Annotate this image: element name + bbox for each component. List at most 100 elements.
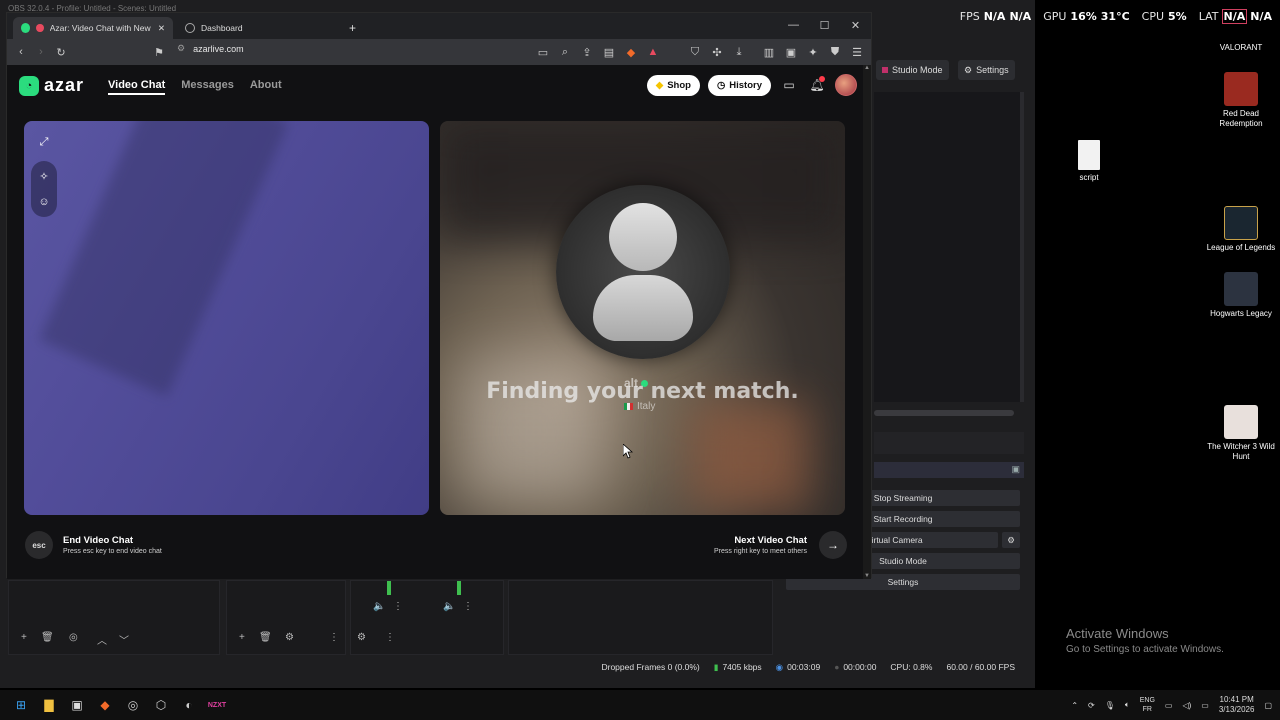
shop-label: Shop (667, 79, 691, 91)
speaker-icon[interactable]: 🔈 (443, 601, 455, 612)
language-indicator[interactable]: ENG FR (1140, 696, 1155, 714)
url-text: azarlive.com (193, 43, 244, 54)
app-icon[interactable]: ◐ (175, 691, 203, 719)
desktop-icon-hogwarts[interactable]: Hogwarts Legacy (1201, 272, 1280, 319)
bookmark-icon[interactable]: ⚑ (149, 42, 169, 62)
trash-icon[interactable]: 🗑 (259, 632, 272, 643)
inbox-icon[interactable]: ▭ (779, 75, 799, 95)
browser-window: Azar: Video Chat with New Pe ✕ Dashboard… (6, 12, 872, 579)
dock-float-icon[interactable]: ▣ (1011, 464, 1020, 475)
minimize-icon[interactable]: — (778, 13, 809, 37)
obs-settings-button-top[interactable]: ⚙ Settings (958, 60, 1015, 80)
sidebar-icon[interactable]: ▥ (759, 42, 779, 62)
gear-icon[interactable]: ⚙ (285, 632, 294, 643)
new-tab-button[interactable]: + (341, 17, 364, 39)
desktop-icon-script[interactable]: script (1049, 140, 1129, 183)
microphone-icon[interactable]: 🎙︎ (1105, 701, 1115, 710)
notification-icon[interactable]: ▢ (1264, 701, 1272, 710)
desktop-icon-witcher[interactable]: The Witcher 3 Wild Hunt (1201, 405, 1280, 462)
unity-icon[interactable]: ⬡ (147, 691, 175, 719)
extensions-icon[interactable]: ✣ (707, 42, 727, 62)
toolbar-right: ⛉ ✣ ⤓ ▥ ▣ ✦ ⛊ ☰ (685, 42, 867, 62)
add-source-icon[interactable]: + (239, 632, 245, 643)
system-clock[interactable]: 10:41 PM 3/13/2026 (1219, 695, 1255, 715)
chevron-down-icon[interactable]: ﹀ (119, 632, 129, 647)
azar-logo[interactable]: ◔ azar (19, 75, 84, 96)
store-icon[interactable]: ▣ (63, 691, 91, 719)
leo-icon[interactable]: ✦ (803, 42, 823, 62)
cast-icon[interactable]: ▭ (533, 42, 553, 62)
next-video-chat-action[interactable]: Next Video Chat Press right key to meet … (714, 531, 847, 559)
add-scene-icon[interactable]: + (21, 632, 27, 643)
scroll-up-icon[interactable]: ▲ (864, 65, 870, 71)
brave-rewards-icon[interactable]: ▲ (643, 42, 663, 62)
volume-icon[interactable]: 🔈︎ (1125, 700, 1130, 710)
download-icon[interactable]: ⤓ (729, 42, 749, 62)
virtual-camera-settings-icon[interactable]: ⚙ (1002, 532, 1020, 548)
windows-start-icon[interactable]: ⊞ (7, 691, 35, 719)
avatar[interactable] (835, 74, 857, 96)
more-icon[interactable]: ⋮ (385, 632, 395, 643)
address-bar[interactable]: ⚙ azarlive.com (177, 43, 244, 54)
speaker-icon[interactable]: 🔈 (373, 601, 385, 612)
chrome-icon[interactable]: ◎ (119, 691, 147, 719)
arrow-right-button[interactable]: → (819, 531, 847, 559)
more-icon[interactable]: ⋮ (329, 632, 339, 643)
nzxt-icon[interactable]: NZXT (203, 691, 231, 719)
shield-icon[interactable]: ⛊ (825, 42, 845, 62)
gear-icon: ⚙ (964, 64, 973, 75)
expand-icon[interactable]: ⤢ (31, 129, 57, 155)
speaker-icon[interactable]: ◁) (1182, 701, 1191, 710)
chevron-up-icon[interactable]: ⌃ (1071, 701, 1078, 710)
obs-bottom-docks: + 🗑 ◎ ︿ ﹀ + 🗑 ⚙ ⋮ 🔈 ⋮ 🔈 ⋮ ⚙ ⋮ (8, 580, 1028, 655)
bell-icon[interactable]: 🔔︎ (807, 75, 827, 95)
tab-dashboard[interactable]: Dashboard (177, 17, 337, 39)
close-icon[interactable]: ✕ (840, 13, 871, 37)
reader-icon[interactable]: ▤ (599, 42, 619, 62)
chevron-up-icon[interactable]: ︿ (97, 632, 107, 647)
file-explorer-icon[interactable]: ▇ (35, 691, 63, 719)
battery-icon[interactable]: ▭ (1201, 701, 1209, 710)
gear-icon[interactable]: ⚙ (357, 632, 366, 643)
sync-icon[interactable]: ⟳ (1088, 701, 1095, 710)
recording-icon (36, 24, 44, 32)
obs-studio-mode-button[interactable]: Studio Mode (876, 60, 949, 80)
esc-key-button[interactable]: esc (25, 531, 53, 559)
nav-messages[interactable]: Messages (181, 79, 234, 95)
network-icon[interactable]: ▭ (1165, 701, 1173, 710)
wallet-icon[interactable]: ▣ (781, 42, 801, 62)
nav-about[interactable]: About (250, 79, 282, 95)
desktop-icon-label: Red Dead Redemption (1219, 109, 1263, 128)
self-video-panel: ⤢ ✧ ☺ (24, 121, 429, 515)
magic-wand-icon[interactable]: ✧ (31, 163, 57, 189)
back-icon[interactable]: ‹ (11, 42, 31, 62)
brave-shield-icon[interactable]: ◆ (621, 42, 641, 62)
scroll-down-icon[interactable]: ▼ (864, 573, 870, 579)
desktop-icon-league[interactable]: League of Legends (1201, 206, 1280, 253)
shop-button[interactable]: ◆ Shop (646, 74, 700, 96)
tab-azar[interactable]: Azar: Video Chat with New Pe ✕ (13, 17, 173, 39)
vpn-icon[interactable]: ⛉ (685, 42, 705, 62)
desktop-icon-valorant[interactable]: VALORANT (1201, 18, 1280, 53)
page-scrollbar[interactable]: ▲ ▼ (863, 65, 871, 579)
nav-video-chat[interactable]: Video Chat (108, 79, 166, 95)
zoom-icon[interactable]: ⌕ (555, 42, 575, 62)
close-icon[interactable]: ✕ (158, 23, 165, 34)
site-info-icon[interactable]: ⚙ (177, 43, 185, 54)
more-icon[interactable]: ⋮ (393, 601, 403, 612)
end-video-chat-action[interactable]: esc End Video Chat Press esc key to end … (25, 531, 162, 559)
more-icon[interactable]: ⋮ (463, 601, 473, 612)
obs-scroll-track[interactable] (874, 410, 1014, 416)
share-icon[interactable]: ⇪ (577, 42, 597, 62)
filter-icon[interactable]: ◎ (69, 632, 78, 643)
reload-icon[interactable]: ↻ (51, 42, 71, 62)
desktop-icon-red-dead[interactable]: Red Dead Redemption (1201, 72, 1280, 129)
maximize-icon[interactable]: ☐ (809, 13, 840, 37)
menu-icon[interactable]: ☰ (847, 42, 867, 62)
gpu-value: 16% (1070, 10, 1097, 23)
history-button[interactable]: ◷ History (707, 74, 771, 96)
sticker-icon[interactable]: ☺ (31, 189, 57, 215)
brave-browser-icon[interactable]: ◆ (91, 691, 119, 719)
forward-icon[interactable]: › (31, 42, 51, 62)
trash-icon[interactable]: 🗑 (41, 632, 54, 643)
